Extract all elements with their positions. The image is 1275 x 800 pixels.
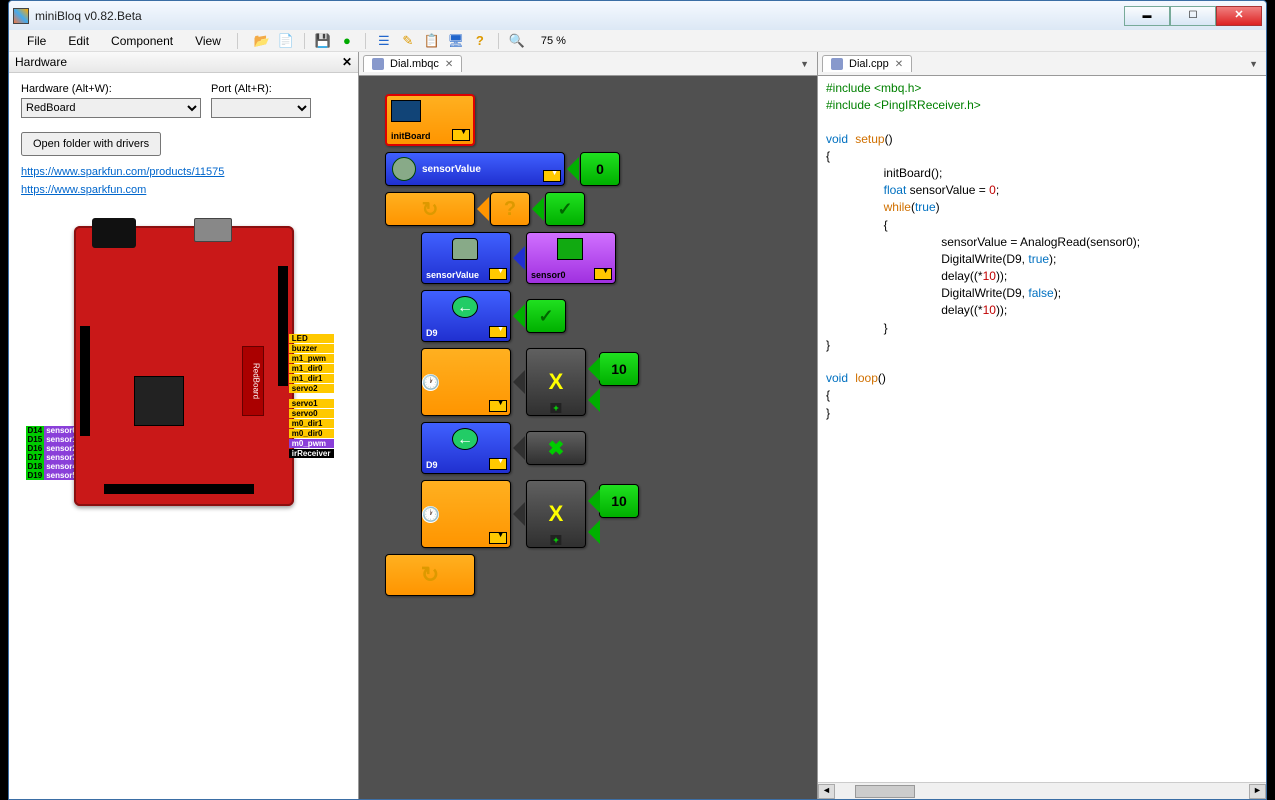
block-init[interactable]: initBoard	[385, 94, 475, 146]
toolbar: 📂 📄 💾 ● ☰ ✎ 📋 🖥 ? 🔍 75 %	[244, 32, 576, 50]
close-tab-icon[interactable]: ✕	[895, 59, 903, 70]
scroll-right-icon[interactable]: ►	[1249, 784, 1266, 799]
dropdown-icon[interactable]	[489, 458, 507, 470]
close-tab-icon[interactable]: ✕	[445, 59, 453, 70]
open-drivers-button[interactable]: Open folder with drivers	[21, 132, 161, 156]
tab-dropdown-icon[interactable]: ▼	[796, 59, 813, 69]
block-end-while[interactable]	[385, 554, 475, 596]
link-sparkfun[interactable]: https://www.sparkfun.com	[21, 184, 346, 196]
output-icon	[452, 428, 478, 450]
block-false[interactable]: ✖	[526, 431, 586, 465]
minimize-button[interactable]	[1124, 6, 1170, 26]
visual-tab-label: Dial.mbqc	[390, 58, 439, 70]
run-icon[interactable]: ●	[337, 32, 357, 50]
block-multiply-1[interactable]: X+	[526, 348, 586, 416]
visual-tab-strip: Dial.mbqc ✕ ▼	[359, 52, 817, 76]
hardware-panel: Hardware ✕ Hardware (Alt+W): RedBoard Po…	[9, 52, 359, 799]
block-delay-2[interactable]	[421, 480, 511, 548]
variable-icon	[452, 238, 478, 260]
link-product[interactable]: https://www.sparkfun.com/products/11575	[21, 166, 346, 178]
block-true[interactable]	[545, 192, 585, 226]
visual-file-tab[interactable]: Dial.mbqc ✕	[363, 55, 462, 72]
visual-editor-panel: Dial.mbqc ✕ ▼ initBoard sensorValue	[359, 52, 818, 799]
pin-labels-left: D14sensor0 D15sensor1 D16sensor2 D17sens…	[26, 426, 79, 480]
port-select[interactable]	[211, 98, 311, 118]
block-digital-write-1[interactable]: D9	[421, 290, 511, 342]
block-true-2[interactable]	[526, 299, 566, 333]
hardware-label: Hardware (Alt+W):	[21, 83, 201, 95]
variable-icon	[392, 157, 416, 181]
window-controls	[1124, 6, 1262, 26]
block-multiply-2[interactable]: X+	[526, 480, 586, 548]
block-digital-write-2[interactable]: D9	[421, 422, 511, 474]
zoom-icon[interactable]: 🔍	[507, 32, 527, 50]
hardware-close-icon[interactable]: ✕	[342, 55, 352, 69]
file-icon	[372, 58, 384, 70]
code-file-tab[interactable]: Dial.cpp ✕	[822, 55, 912, 72]
film-icon	[391, 100, 421, 122]
block-number-0[interactable]: 0	[580, 152, 620, 186]
port-label: Port (Alt+R):	[211, 83, 311, 95]
dropdown-icon[interactable]	[452, 129, 470, 141]
block-declare-var[interactable]: sensorValue	[385, 152, 565, 186]
dropdown-icon[interactable]	[594, 268, 612, 280]
window-title: miniBloq v0.82.Beta	[35, 9, 142, 23]
close-button[interactable]	[1216, 6, 1262, 26]
block-canvas[interactable]: initBoard sensorValue 0 ?	[359, 76, 817, 799]
code-panel: Dial.cpp ✕ ▼ #include <mbq.h> #include <…	[818, 52, 1266, 799]
menu-edit[interactable]: Edit	[58, 32, 99, 50]
titlebar[interactable]: miniBloq v0.82.Beta	[9, 1, 1266, 30]
block-condition[interactable]: ?	[490, 192, 530, 226]
maximize-button[interactable]	[1170, 6, 1216, 26]
app-icon	[13, 8, 29, 24]
menubar: File Edit Component View 📂 📄 💾 ● ☰ ✎ 📋 🖥…	[9, 30, 1266, 52]
pin-labels-right: LEDbuzzer m1_pwmm1_dir0 m1_dir1servo2 se…	[289, 334, 334, 459]
block-delay-1[interactable]	[421, 348, 511, 416]
scroll-thumb[interactable]	[855, 785, 915, 798]
tab-dropdown-icon[interactable]: ▼	[1245, 59, 1262, 69]
block-assign-var[interactable]: sensorValue	[421, 232, 511, 284]
block-analog-read[interactable]: sensor0	[526, 232, 616, 284]
block-number-10a[interactable]: 10	[599, 352, 639, 386]
board-illustration: D14sensor0 D15sensor1 D16sensor2 D17sens…	[34, 226, 334, 506]
help-icon[interactable]: ?	[470, 32, 490, 50]
code-tab-label: Dial.cpp	[849, 58, 889, 70]
menu-view[interactable]: View	[185, 32, 231, 50]
output-icon	[452, 296, 478, 318]
scroll-left-icon[interactable]: ◄	[818, 784, 835, 799]
sensor-icon	[557, 238, 583, 260]
zoom-level[interactable]: 75 %	[531, 33, 576, 49]
clock-icon	[422, 374, 439, 391]
plus-icon[interactable]: +	[550, 403, 561, 413]
monitor-icon[interactable]: 🖥	[446, 32, 466, 50]
code-tab-strip: Dial.cpp ✕ ▼	[818, 52, 1266, 76]
dropdown-icon[interactable]	[489, 532, 507, 544]
hardware-panel-title: Hardware	[15, 55, 67, 69]
dropdown-icon[interactable]	[489, 268, 507, 280]
add-icon[interactable]: 📄	[276, 32, 296, 50]
edit-icon[interactable]: ✎	[398, 32, 418, 50]
block-number-10b[interactable]: 10	[599, 484, 639, 518]
app-window: miniBloq v0.82.Beta File Edit Component …	[8, 0, 1267, 800]
horizontal-scrollbar[interactable]: ◄ ►	[818, 782, 1266, 799]
open-icon[interactable]: 📂	[252, 32, 272, 50]
save-icon[interactable]: 💾	[313, 32, 333, 50]
dropdown-icon[interactable]	[489, 400, 507, 412]
paste-icon[interactable]: 📋	[422, 32, 442, 50]
align-icon[interactable]: ☰	[374, 32, 394, 50]
menu-file[interactable]: File	[17, 32, 56, 50]
plus-icon[interactable]: +	[550, 535, 561, 545]
code-editor[interactable]: #include <mbq.h> #include <PingIRReceive…	[818, 76, 1266, 782]
dropdown-icon[interactable]	[489, 326, 507, 338]
hardware-select[interactable]: RedBoard	[21, 98, 201, 118]
block-while[interactable]	[385, 192, 475, 226]
hardware-panel-header: Hardware ✕	[9, 52, 358, 73]
dropdown-icon[interactable]	[543, 170, 561, 182]
menu-component[interactable]: Component	[101, 32, 183, 50]
file-icon	[831, 58, 843, 70]
clock-icon	[422, 506, 439, 523]
